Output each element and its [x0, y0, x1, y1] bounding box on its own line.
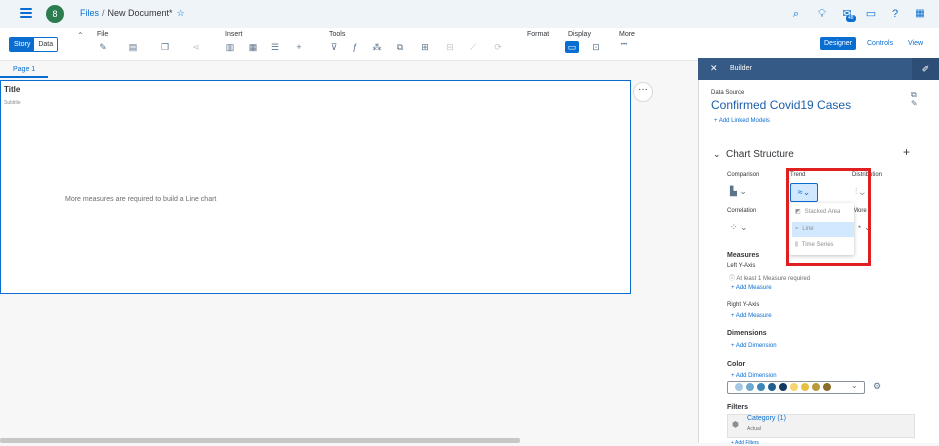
right-y-axis-label: Right Y-Axis [727, 302, 760, 308]
ranking-icon[interactable]: ⊟ [443, 42, 457, 53]
menu-icon[interactable] [20, 8, 32, 18]
table-insert-icon[interactable]: ▦ [246, 42, 260, 53]
add-color-dimension-link[interactable]: + Add Dimension [731, 373, 777, 379]
insert-group-label: Insert [225, 31, 243, 38]
correlation-chart-picker[interactable]: ⁘ ⌄ [730, 222, 748, 235]
palette-swatch [746, 383, 754, 391]
trend-line-icon[interactable]: ⟋ [466, 42, 480, 53]
builder-title: Builder [730, 65, 752, 72]
star-icon[interactable]: ☆ [177, 8, 185, 18]
wrench-icon: ✕ [710, 63, 718, 73]
file-group-label: File [97, 31, 109, 38]
add-dimension-link[interactable]: + Add Dimension [731, 343, 777, 349]
palette-swatch [790, 383, 798, 391]
chat-icon[interactable]: ▭ [864, 7, 878, 21]
data-source-name: Confirmed Covid19 Cases [711, 98, 852, 112]
widget-more-button[interactable]: ··· [633, 82, 653, 102]
share-icon[interactable]: ⋖ [189, 42, 203, 53]
formula-icon[interactable]: ƒ [348, 42, 362, 52]
color-label: Color [727, 361, 746, 368]
data-source-label: Data Source [711, 90, 745, 96]
palette-swatch [823, 383, 831, 391]
palette-swatch [757, 383, 765, 391]
filter-name[interactable]: Category (1) [747, 415, 786, 422]
add-measure-right-link[interactable]: + Add Measure [731, 313, 772, 319]
palette-chevron-down-icon[interactable]: ⌄ [851, 381, 858, 390]
add-linked-models-link[interactable]: + Add Linked Models [714, 118, 770, 124]
lightbulb-icon[interactable]: 💡︎ [815, 7, 829, 21]
color-settings-icon[interactable]: ⚙ [873, 381, 881, 392]
add-filters-link[interactable]: + Add Filters [731, 440, 759, 446]
hierarchy-icon[interactable]: ⁂ [370, 42, 384, 53]
add-more-icon[interactable]: + [292, 42, 306, 52]
filter-value: Actual [747, 426, 761, 432]
tools-group-label: Tools [329, 31, 346, 38]
more-group-label: More [619, 31, 635, 38]
more-dots-icon[interactable]: ••• [617, 42, 631, 48]
left-y-axis-label: Left Y-Axis [727, 263, 756, 269]
palette-swatch [768, 383, 776, 391]
breadcrumb-files[interactable]: Files [80, 8, 99, 18]
chart-structure-title[interactable]: Chart Structure [726, 149, 794, 160]
document-name: New Document* [107, 8, 173, 18]
geo-map-icon[interactable]: ⊞ [418, 42, 432, 53]
filter-icon[interactable]: ⊽ [327, 42, 341, 53]
measure-required-message: ⓘ At least 1 Measure required [729, 276, 811, 282]
avatar[interactable]: 8 [46, 5, 64, 23]
chart-title[interactable]: Title [4, 85, 20, 94]
refresh-icon[interactable]: ⟳ [491, 42, 505, 53]
edit-source-icon[interactable]: ✎ [911, 99, 918, 108]
display-group-label: Display [568, 31, 591, 38]
palette-swatch [801, 383, 809, 391]
collapse-toolbar-icon[interactable]: ⌃ [77, 31, 84, 40]
story-mode-button[interactable]: Story [10, 38, 35, 51]
filters-label: Filters [727, 404, 749, 411]
chevron-down-icon[interactable]: ⌄ [713, 149, 721, 160]
view-button[interactable]: View [904, 37, 927, 50]
filter-icon-builder: ⬢ [732, 420, 739, 429]
apps-grid-icon[interactable]: ▦ [913, 7, 927, 21]
copy-dropdown-icon[interactable]: ❐ [158, 42, 172, 53]
help-icon[interactable]: ? [888, 7, 902, 21]
palette-swatch [735, 383, 743, 391]
mode-toggle: Story Data [9, 37, 59, 52]
palette-swatch [812, 383, 820, 391]
breadcrumb: Files / New Document* ☆ [80, 8, 185, 19]
highlight-annotation [786, 168, 871, 266]
chart-subtitle[interactable]: Subtitle [4, 100, 21, 106]
chart-insert-icon[interactable]: ▥ [223, 42, 237, 53]
add-structure-button[interactable]: + [903, 145, 910, 159]
page-tab-indicator [0, 76, 48, 78]
table-dropdown-icon[interactable]: ▤ [126, 42, 140, 53]
edit-tool-icon[interactable]: ✎ [96, 42, 110, 53]
page-tab[interactable]: Page 1 [13, 66, 35, 73]
comparison-chart-picker[interactable]: ▙ ⌄ [730, 186, 747, 199]
add-measure-link[interactable]: + Add Measure [731, 285, 772, 291]
dimensions-label: Dimensions [727, 330, 767, 337]
grid-display-icon[interactable]: ⊡ [589, 42, 603, 53]
chart-placeholder-message: More measures are required to build a Li… [65, 196, 217, 203]
breadcrumb-separator: / [102, 8, 105, 18]
measures-label: Measures [727, 252, 760, 259]
search-icon[interactable]: ⌕ [789, 7, 803, 21]
controls-button[interactable]: Controls [863, 37, 897, 50]
notification-badge: 48 [846, 15, 856, 22]
comment-display-icon[interactable]: ▭ [565, 41, 579, 53]
palette-swatch [779, 383, 787, 391]
chart-widget[interactable] [0, 80, 631, 294]
format-group-label: Format [527, 31, 550, 38]
correlation-label: Correlation [727, 208, 757, 214]
horizontal-scrollbar[interactable] [0, 438, 520, 443]
input-control-icon[interactable]: ☰ [268, 42, 282, 53]
data-mode-button[interactable]: Data [34, 38, 58, 51]
designer-button[interactable]: Designer [820, 37, 857, 50]
pin-icon[interactable]: ✐ [912, 58, 939, 80]
linked-analysis-icon[interactable]: ⧉ [393, 42, 407, 53]
comparison-label: Comparison [727, 172, 760, 178]
